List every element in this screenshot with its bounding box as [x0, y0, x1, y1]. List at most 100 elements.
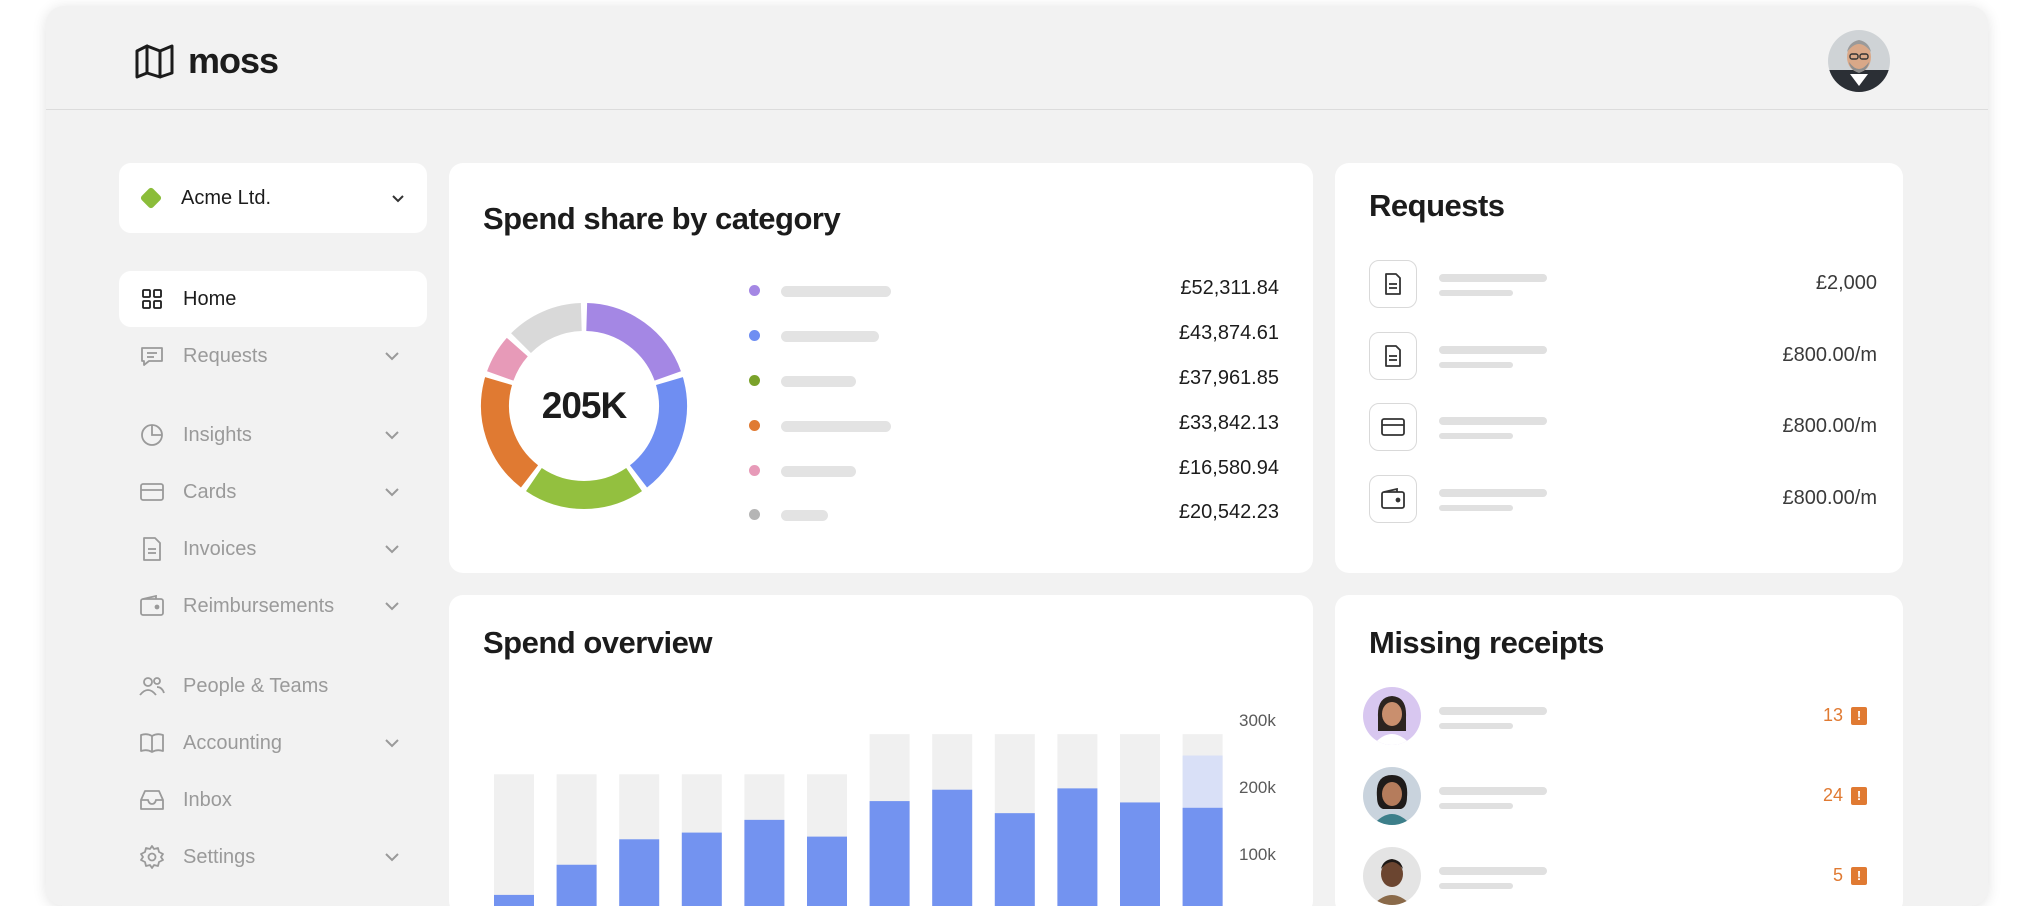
spend-bar-chart: [494, 734, 1223, 906]
missing-receipt-row[interactable]: 24 !: [1363, 767, 1873, 827]
donut-slice: [487, 337, 529, 382]
receipt-subtitle-placeholder: [1439, 803, 1513, 809]
legend-row[interactable]: £16,580.94: [749, 455, 1279, 485]
people-icon: [139, 673, 165, 699]
request-subtitle-placeholder: [1439, 505, 1513, 511]
sidebar-item-reimbursements[interactable]: Reimbursements: [119, 578, 427, 634]
spend-bar[interactable]: [932, 789, 973, 906]
spend-bar[interactable]: [994, 813, 1035, 906]
legend-dot: [749, 285, 760, 296]
spend-bar[interactable]: [1057, 788, 1098, 906]
sidebar-item-requests[interactable]: Requests: [119, 328, 427, 384]
legend-value: £37,961.85: [1178, 367, 1279, 389]
sidebar-item-label: Requests: [183, 344, 268, 367]
spend-bar[interactable]: [681, 832, 722, 906]
missing-count: 13: [1822, 705, 1843, 725]
spend-bar[interactable]: [1182, 807, 1223, 906]
sidebar-item-label: Reimbursements: [183, 594, 335, 617]
receipt-title-placeholder: [1439, 867, 1547, 875]
wallet-icon: [1369, 475, 1417, 523]
legend-dot: [749, 420, 760, 431]
request-row[interactable]: £800.00/m: [1369, 332, 1877, 382]
request-row[interactable]: £800.00/m: [1369, 403, 1877, 453]
legend-value: £16,580.94: [1178, 457, 1279, 479]
legend-dot: [749, 509, 760, 520]
legend-row[interactable]: £43,874.61: [749, 320, 1279, 350]
sidebar-item-label: Cards: [183, 480, 237, 503]
legend-row[interactable]: £37,961.85: [749, 365, 1279, 395]
request-subtitle-placeholder: [1439, 290, 1513, 296]
sidebar-item-label: Inbox: [183, 788, 232, 811]
document-icon: [139, 536, 165, 562]
sidebar-item-invoices[interactable]: Invoices: [119, 521, 427, 577]
legend-row[interactable]: £33,842.13: [749, 410, 1279, 440]
sidebar-item-inbox[interactable]: Inbox: [119, 772, 427, 828]
sidebar-item-cards[interactable]: Cards: [119, 464, 427, 520]
alert-flag-icon: !: [1851, 787, 1867, 805]
donut-slice: [526, 467, 642, 509]
legend-label-placeholder: [781, 331, 879, 342]
missing-receipts-card: Missing receipts 13 ! 24 ! 5 !: [1335, 595, 1903, 906]
chat-icon: [139, 343, 165, 369]
wallet-icon: [139, 593, 165, 619]
top-bar: moss: [46, 6, 1988, 110]
chevron-down-icon[interactable]: [381, 595, 403, 617]
legend-dot: [749, 375, 760, 386]
chevron-down-icon[interactable]: [381, 424, 403, 446]
chevron-down-icon[interactable]: [381, 345, 403, 367]
request-title-placeholder: [1439, 489, 1547, 497]
sidebar-item-label: Insights: [183, 423, 252, 446]
missing-receipt-row[interactable]: 13 !: [1363, 687, 1873, 747]
request-amount: £800.00/m: [1782, 415, 1877, 437]
spend-bar[interactable]: [494, 894, 534, 906]
card-title: Spend share by category: [483, 201, 841, 236]
logo[interactable]: moss: [134, 40, 279, 82]
legend-row[interactable]: £20,542.23: [749, 499, 1279, 529]
sidebar-item-settings[interactable]: Settings: [119, 829, 427, 885]
user-avatar[interactable]: [1828, 30, 1890, 92]
legend-dot: [749, 330, 760, 341]
request-amount: £800.00/m: [1782, 344, 1877, 366]
chevron-down-icon[interactable]: [381, 538, 403, 560]
spend-bar[interactable]: [869, 801, 910, 906]
spend-bar[interactable]: [556, 864, 597, 906]
sidebar-item-label: People & Teams: [183, 674, 329, 697]
request-subtitle-placeholder: [1439, 362, 1513, 368]
chevron-down-icon[interactable]: [381, 846, 403, 868]
receipt-title-placeholder: [1439, 707, 1547, 715]
spend-bar[interactable]: [807, 836, 847, 906]
sidebar-item-people-teams[interactable]: People & Teams: [119, 658, 427, 714]
request-row[interactable]: £800.00/m: [1369, 475, 1877, 525]
spend-bar[interactable]: [1120, 802, 1160, 906]
legend-label-placeholder: [781, 421, 891, 432]
missing-count: 5: [1832, 865, 1843, 885]
avatar: [1363, 687, 1421, 745]
missing-count: 24: [1822, 785, 1843, 805]
map-logo-icon: [135, 44, 174, 79]
gear-icon: [139, 844, 165, 870]
y-tick-label: 200k: [1239, 778, 1276, 797]
spend-bar[interactable]: [744, 819, 785, 906]
chevron-down-icon: [392, 195, 404, 203]
sidebar-item-label: Home: [183, 287, 237, 310]
donut-total: 205K: [541, 385, 627, 426]
legend-label-placeholder: [781, 376, 856, 387]
card-title: Missing receipts: [1369, 625, 1604, 660]
spend-bar[interactable]: [619, 839, 660, 906]
chevron-down-icon[interactable]: [381, 732, 403, 754]
company-color-icon: [139, 186, 163, 210]
sidebar-item-label: Accounting: [183, 731, 282, 754]
sidebar-item-accounting[interactable]: Accounting: [119, 715, 427, 771]
legend-row[interactable]: £52,311.84: [749, 275, 1279, 305]
chevron-down-icon[interactable]: [381, 481, 403, 503]
missing-receipt-row[interactable]: 5 !: [1363, 847, 1873, 906]
grid-icon: [139, 286, 165, 312]
document-icon: [1369, 332, 1417, 380]
sidebar-item-home[interactable]: Home: [119, 271, 427, 327]
sidebar-item-insights[interactable]: Insights: [119, 407, 427, 463]
donut-slice: [511, 303, 583, 354]
request-title-placeholder: [1439, 274, 1547, 282]
request-row[interactable]: £2,000: [1369, 260, 1877, 310]
company-selector[interactable]: Acme Ltd.: [119, 163, 427, 233]
app-window: moss Acme Ltd. Home Requests Insights Ca…: [46, 6, 1988, 906]
